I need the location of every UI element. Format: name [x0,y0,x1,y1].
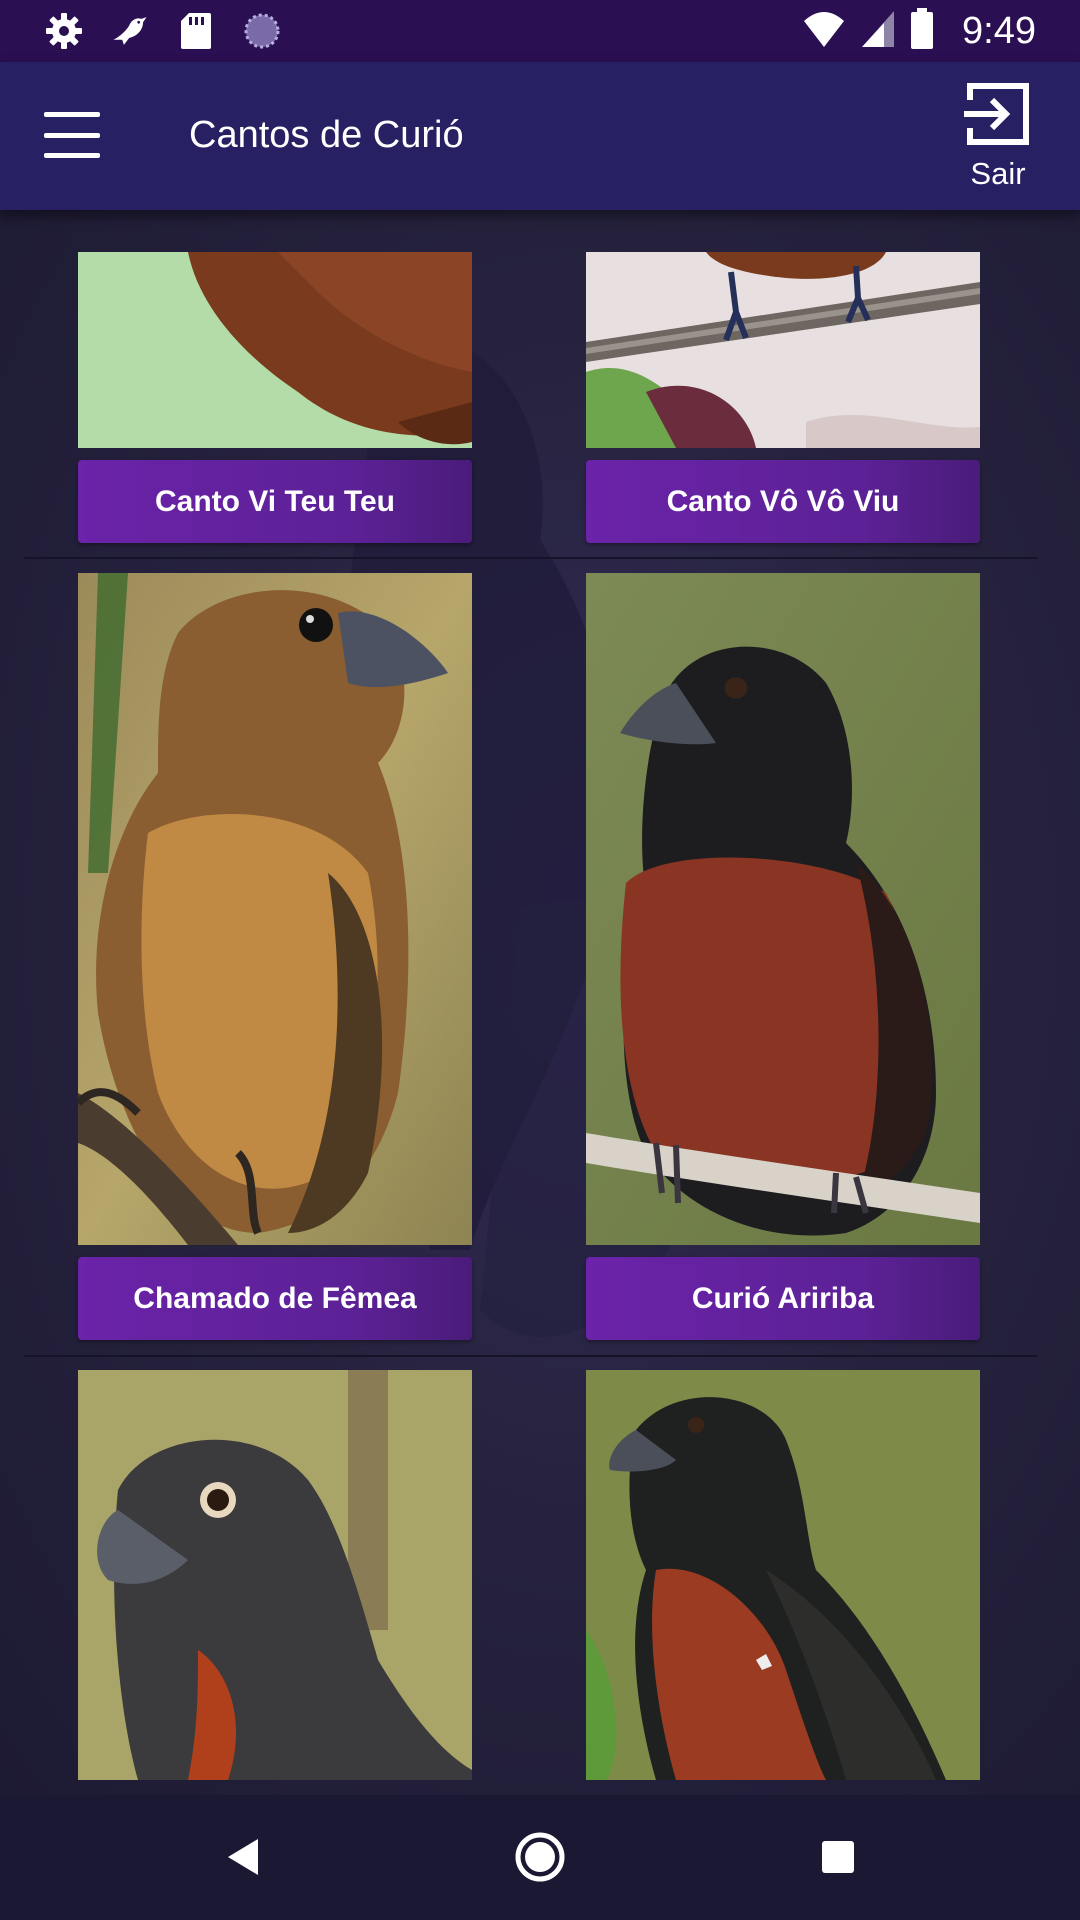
row-divider [24,1355,1038,1357]
card-chamado-de-femea[interactable]: Chamado de Fêmea [78,573,472,1340]
card-image [586,1370,980,1780]
logout-icon [964,83,1029,145]
card-canto-vi-teu-teu[interactable]: Canto Vi Teu Teu [78,252,472,543]
battery-icon [910,7,934,55]
card-button[interactable]: Chamado de Fêmea [78,1257,472,1340]
card-row3-right[interactable] [586,1370,980,1780]
status-bar: 9:49 [0,0,1080,62]
back-icon[interactable] [212,1827,272,1887]
card-image [78,1370,472,1780]
card-image [78,573,472,1245]
card-image [586,573,980,1245]
navigation-bar [0,1795,1080,1920]
card-image [586,252,980,448]
card-button[interactable]: Curió Aririba [586,1257,980,1340]
status-time: 9:49 [962,9,1036,52]
page-title: Cantos de Curió [189,114,464,156]
logout-button[interactable]: Sair [950,80,1046,200]
card-curio-aririba[interactable]: Curió Aririba [586,573,980,1340]
status-icons-left [44,11,282,51]
app-bar: Cantos de Curió Sair [0,62,1080,210]
card-canto-vo-vo-viu[interactable]: Canto Vô Vô Viu [586,252,980,543]
bird-icon [110,11,150,51]
home-icon[interactable] [510,1827,570,1887]
gear-icon [44,11,84,51]
wifi-icon [802,9,846,54]
card-button[interactable]: Canto Vi Teu Teu [78,460,472,543]
logout-label: Sair [970,156,1026,191]
songs-grid: Canto Vi Teu Teu Canto Vô Vô Viu Chamado… [0,210,1080,1795]
recents-icon[interactable] [808,1827,868,1887]
hamburger-menu-icon[interactable] [44,112,100,158]
sd-card-icon [176,11,216,51]
card-button[interactable]: Canto Vô Vô Viu [586,460,980,543]
status-icons-right: 9:49 [802,7,1036,55]
signal-icon [860,9,896,54]
row-divider [24,557,1038,559]
card-image [78,252,472,448]
loading-circle-icon [242,11,282,51]
card-row3-left[interactable] [78,1370,472,1780]
